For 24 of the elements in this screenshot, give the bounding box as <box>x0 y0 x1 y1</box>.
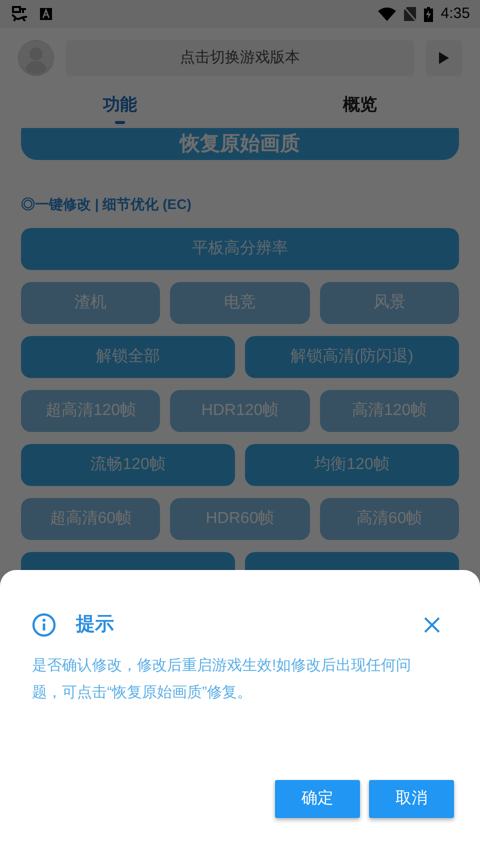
option-button[interactable]: 平板高分辨率 <box>21 228 459 270</box>
option-button[interactable]: 流畅120帧 <box>21 444 235 486</box>
play-button[interactable] <box>426 40 462 76</box>
option-button[interactable]: 解锁全部 <box>21 336 235 378</box>
play-icon <box>439 52 449 64</box>
dialog-button[interactable]: 确定 <box>275 780 360 818</box>
wifi-icon <box>378 7 396 21</box>
clock-time: 4:35 <box>440 4 470 24</box>
restore-quality-button[interactable]: 恢复原始画质 <box>21 128 459 160</box>
font-icon <box>40 8 52 20</box>
option-button[interactable]: 均衡120帧 <box>245 444 459 486</box>
avatar-icon <box>18 40 54 76</box>
tab[interactable]: 概览 <box>240 88 480 128</box>
tab[interactable]: 功能 <box>0 88 240 128</box>
dialog-title: 提示 <box>76 612 114 637</box>
info-icon <box>32 613 56 637</box>
section-title: ◎一键修改 | 细节优化 (EC) <box>21 195 192 214</box>
version-switch-button[interactable]: 点击切换游戏版本 <box>66 40 414 76</box>
close-icon[interactable] <box>424 617 440 633</box>
battery-charging-icon <box>424 6 433 22</box>
option-button[interactable]: 解锁高清(防闪退) <box>245 336 459 378</box>
dialog-button[interactable]: 取消 <box>369 780 454 818</box>
dialog-message: 是否确认修改，修改后重启游戏生效!如修改后出现任何问题，可点击“恢复原始画质”修复。 <box>32 656 412 703</box>
no-sim-icon <box>404 7 416 21</box>
